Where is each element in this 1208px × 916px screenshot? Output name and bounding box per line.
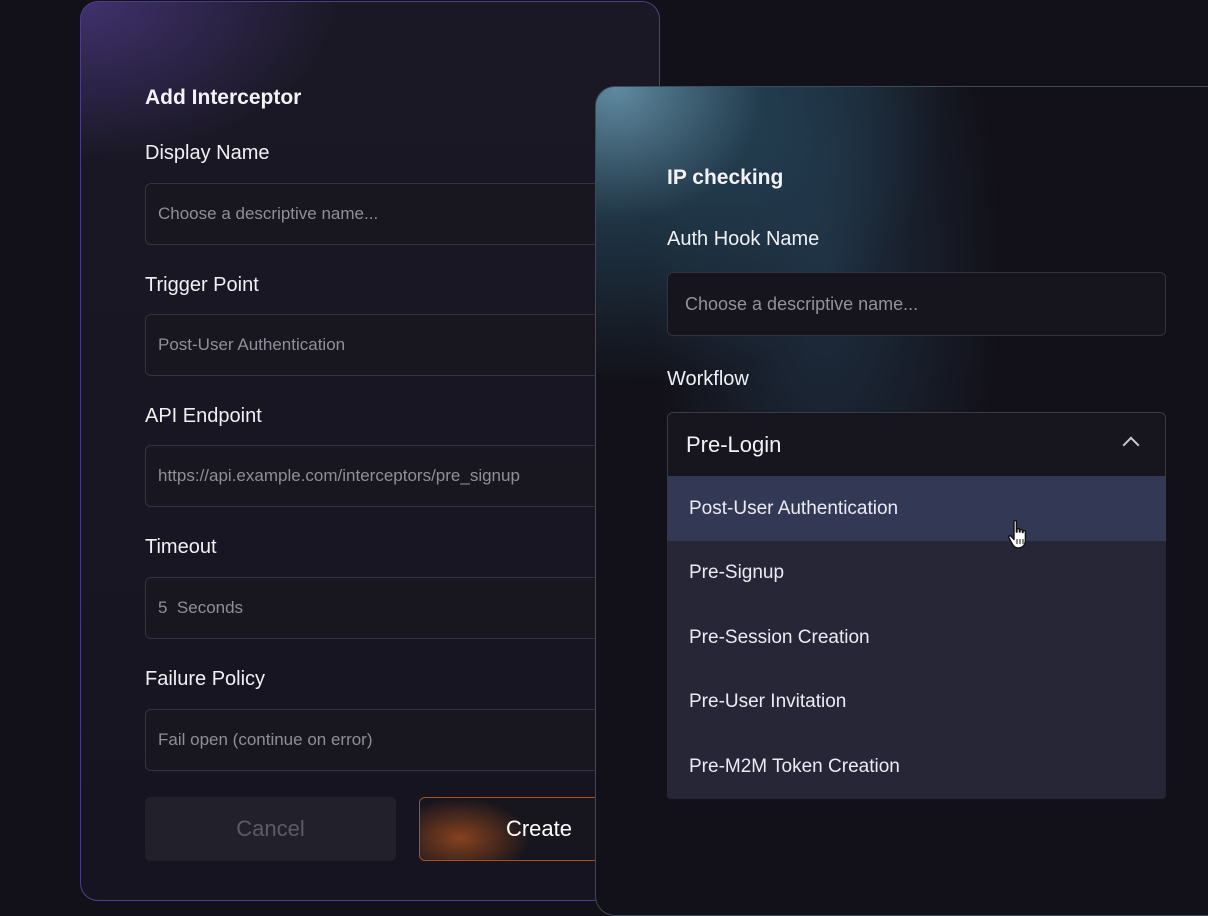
chevron-up-icon[interactable] [1122,436,1140,454]
panel-title: Add Interceptor [145,86,302,109]
failure-policy-label: Failure Policy [145,668,266,690]
workflow-option[interactable]: Post-User Authentication [667,476,1166,541]
panel-title: IP checking [667,166,784,189]
api-endpoint-input[interactable]: https://api.example.com/interceptors/pre… [145,445,659,507]
workflow-select[interactable]: Pre-Login [667,412,1166,476]
auth-hook-name-label: Auth Hook Name [667,228,820,250]
workflow-option[interactable]: Pre-Session Creation [667,605,1166,670]
cancel-button[interactable]: Cancel [145,797,396,861]
hand-pointer-icon [1007,519,1027,549]
api-endpoint-label: API Endpoint [145,405,262,427]
timeout-input[interactable]: 5 Seconds [145,577,659,639]
trigger-point-select[interactable]: Post-User Authentication [145,314,659,376]
auth-hook-name-input[interactable]: Choose a descriptive name... [667,272,1166,336]
workflow-label: Workflow [667,368,749,390]
auth-hook-panel: IP checking Auth Hook Name Choose a desc… [595,86,1208,916]
timeout-label: Timeout [145,536,217,558]
workflow-option[interactable]: Pre-M2M Token Creation [667,734,1166,799]
display-name-input[interactable]: Choose a descriptive name... [145,183,659,245]
add-interceptor-panel: Add Interceptor Display Name Choose a de… [80,1,660,901]
workflow-option[interactable]: Pre-Signup [667,541,1166,605]
display-name-label: Display Name [145,142,270,164]
workflow-dropdown-menu: Post-User Authentication Pre-Signup Pre-… [667,476,1166,799]
trigger-point-label: Trigger Point [145,274,259,296]
workflow-option[interactable]: Pre-User Invitation [667,670,1166,734]
failure-policy-select[interactable]: Fail open (continue on error) [145,709,659,771]
workflow-selected-value: Pre-Login [686,431,782,457]
